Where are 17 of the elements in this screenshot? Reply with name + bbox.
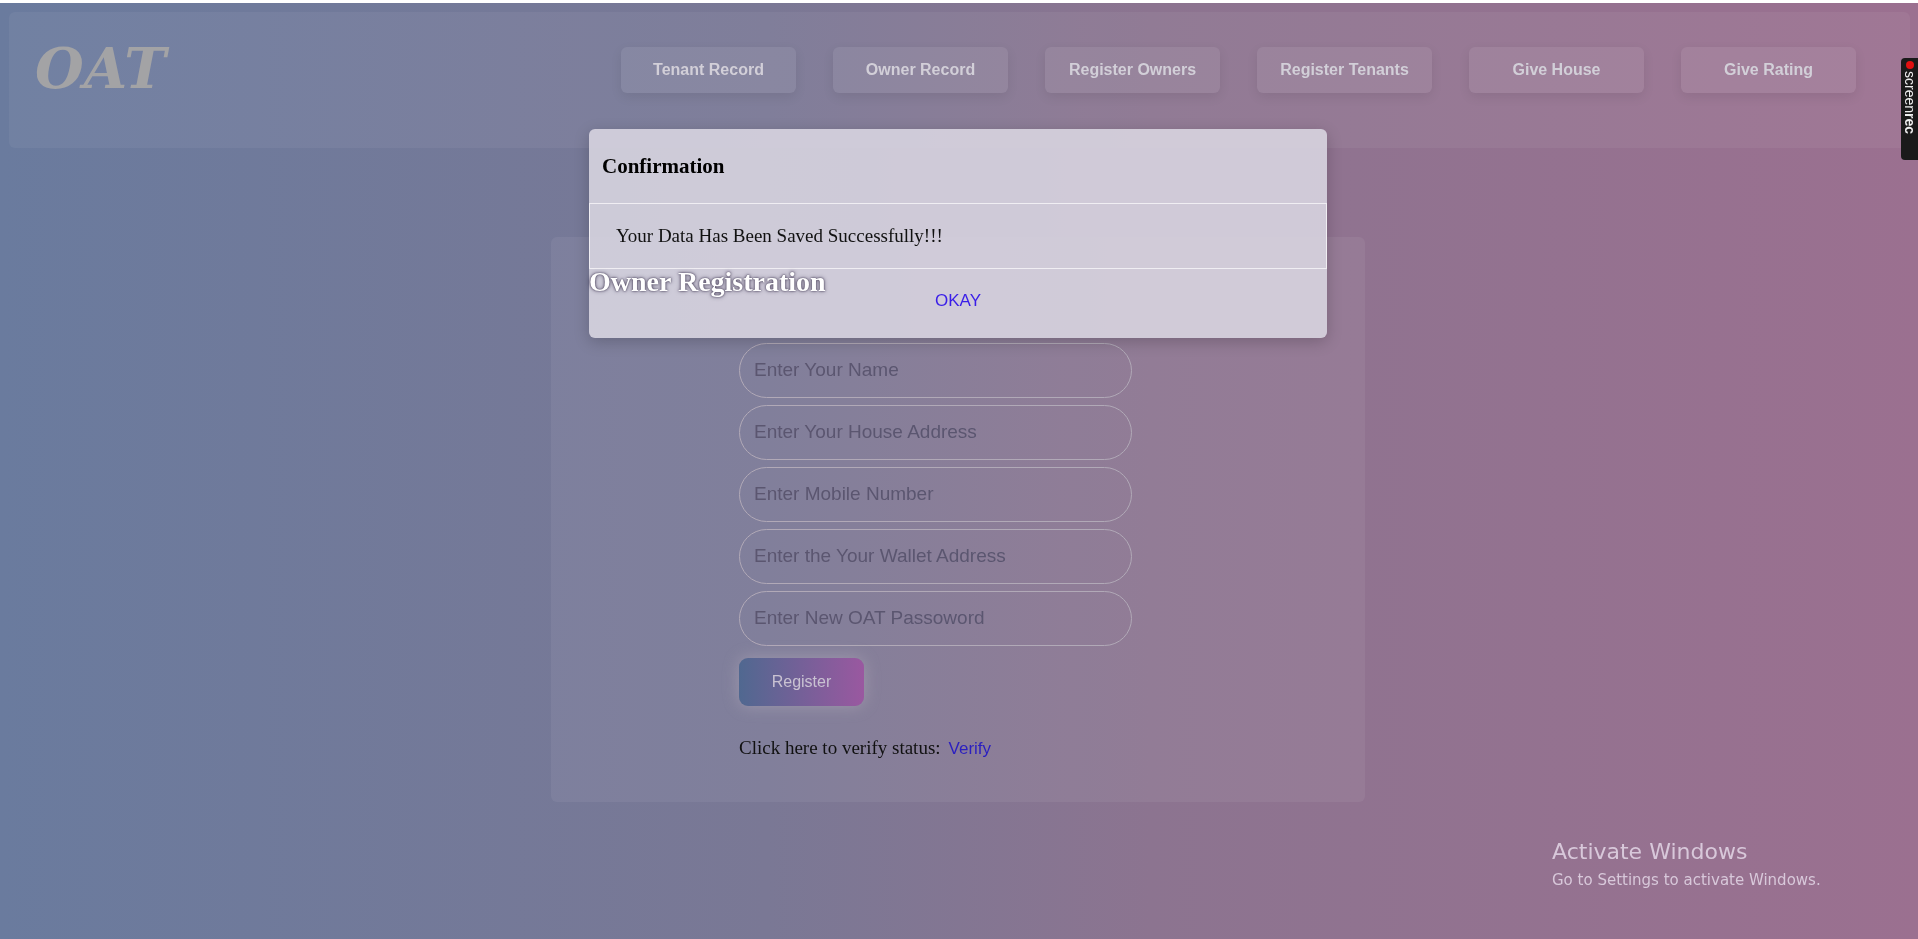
dialog-message: Your Data Has Been Saved Successfully!!! [616,225,943,247]
recorder-label: screenrec [1902,71,1917,135]
form-title: Owner Registration [589,265,827,299]
dialog-title: Confirmation [602,153,725,179]
nav-button[interactable]: Give Rating [1681,47,1856,93]
nav-button[interactable]: Register Tenants [1257,47,1432,93]
nav-button[interactable]: Owner Record [833,47,1008,93]
okay-button[interactable]: OKAY [935,291,981,311]
verify-text: Click here to verify status: [739,736,941,759]
record-dot-icon [1905,61,1914,69]
verify-link[interactable]: Verify [948,738,992,759]
register-button[interactable]: Register [739,657,864,706]
activation-message: Go to Settings to activate Windows. [1552,870,1821,889]
activation-title: Activate Windows [1552,838,1749,866]
nav-button[interactable]: Register Owners [1045,47,1220,93]
nav-button[interactable]: Give House [1469,47,1644,93]
nav-button[interactable]: Tenant Record [621,47,796,93]
